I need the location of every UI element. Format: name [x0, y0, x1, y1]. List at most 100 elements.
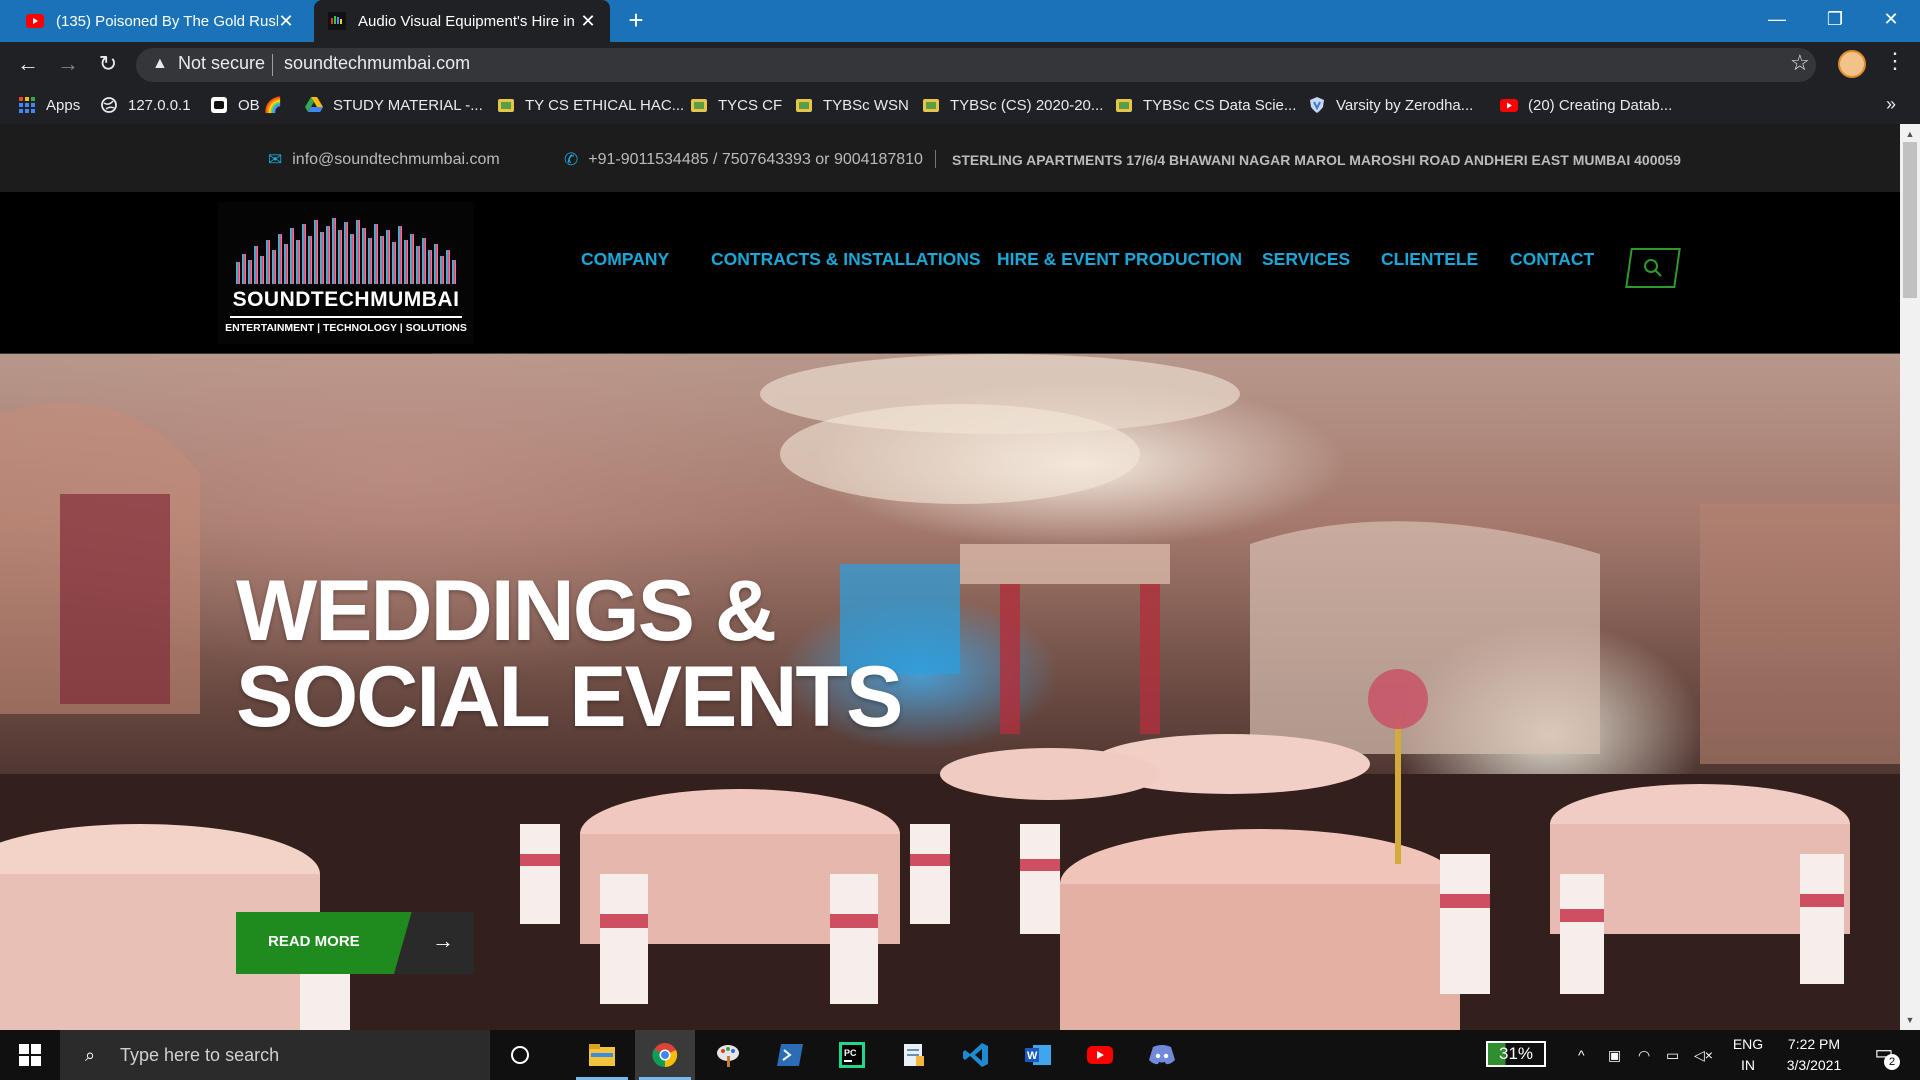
powershell-icon: [777, 1044, 803, 1066]
nav-services[interactable]: SERVICES: [1262, 249, 1350, 270]
taskbar-pycharm[interactable]: PC: [822, 1030, 882, 1080]
close-tab-icon[interactable]: ✕: [278, 11, 294, 32]
browser-tab[interactable]: (135) Poisoned By The Gold Rush ✕: [12, 0, 308, 42]
warning-icon[interactable]: ▲: [152, 52, 170, 76]
bookmark-label: TYBSc (CS) 2020-20...: [950, 96, 1104, 114]
minimize-icon[interactable]: —: [1748, 0, 1806, 38]
page-scrollbar[interactable]: ▲ ▼: [1900, 124, 1920, 1030]
bookmark-localhost[interactable]: 127.0.0.1: [100, 94, 191, 116]
bookmark-ob[interactable]: OB 🌈: [210, 94, 283, 116]
bookmark-tycs-cf[interactable]: TYCS CF: [690, 94, 782, 116]
battery-icon[interactable]: ▭: [1666, 1030, 1690, 1080]
contact-topbar: ✉ info@soundtechmumbai.com ✆ +91-9011534…: [0, 124, 1900, 192]
menu-icon[interactable]: ⋮: [1884, 48, 1906, 74]
windows-logo-icon: [19, 1044, 41, 1066]
scroll-up-icon[interactable]: ▲: [1900, 126, 1920, 142]
bookmark-label: OB 🌈: [238, 97, 283, 114]
taskbar-powershell[interactable]: [760, 1030, 820, 1080]
site-logo[interactable]: SOUNDTECHMUMBAI ENTERTAINMENT | TECHNOLO…: [218, 202, 474, 344]
cortana-button[interactable]: [490, 1030, 550, 1080]
site-favicon-icon: [328, 12, 346, 30]
bookmark-ethical-hacking[interactable]: TY CS ETHICAL HAC...: [497, 94, 684, 116]
logo-name: SOUNDTECHMUMBAI: [232, 288, 460, 311]
taskbar-discord[interactable]: [1132, 1030, 1192, 1080]
bookmark-apps[interactable]: Apps: [18, 94, 80, 116]
read-more-button[interactable]: READ MORE →: [236, 912, 474, 974]
omnibox-divider: [272, 54, 273, 76]
apps-grid-icon: [18, 96, 36, 114]
bookmark-star-icon[interactable]: ☆: [1790, 50, 1810, 76]
taskbar-search-box[interactable]: ⌕ Type here to search: [60, 1030, 490, 1080]
email-link[interactable]: ✉ info@soundtechmumbai.com: [268, 150, 500, 170]
search-placeholder: Type here to search: [120, 1044, 280, 1065]
bookmark-label: TY CS ETHICAL HAC...: [525, 96, 685, 114]
show-hidden-icons[interactable]: ^: [1578, 1030, 1602, 1080]
bookmark-varsity[interactable]: Varsity by Zerodha...: [1308, 94, 1473, 116]
taskbar-clock[interactable]: 7:22 PM 3/3/2021: [1774, 1034, 1854, 1076]
notepad-icon: [904, 1044, 924, 1066]
browser-tab-active[interactable]: Audio Visual Equipment's Hire in ✕: [314, 0, 610, 42]
search-icon: [1644, 259, 1662, 277]
close-tab-icon[interactable]: ✕: [580, 11, 596, 32]
taskbar-vscode[interactable]: [946, 1030, 1006, 1080]
taskbar-word[interactable]: W: [1008, 1030, 1068, 1080]
language-indicator[interactable]: ENG IN: [1728, 1034, 1768, 1076]
reload-icon[interactable]: ↻: [94, 50, 122, 78]
nav-clientele[interactable]: CLIENTELE: [1381, 249, 1478, 270]
classroom-icon: [1115, 96, 1133, 114]
bookmark-label: (20) Creating Datab...: [1528, 96, 1673, 114]
ob-icon: [210, 96, 228, 114]
bookmark-tybsc-wsn[interactable]: TYBSc WSN: [795, 94, 909, 116]
mail-icon: ✉: [268, 150, 283, 169]
taskbar-chrome[interactable]: [635, 1030, 695, 1080]
forward-icon[interactable]: →: [54, 50, 82, 78]
nav-contracts-installations[interactable]: CONTRACTS & INSTALLATIONS: [711, 249, 981, 270]
svg-text:W: W: [1027, 1050, 1038, 1062]
windows-start-button[interactable]: [0, 1030, 60, 1080]
bookmark-creating-database[interactable]: (20) Creating Datab...: [1500, 94, 1672, 116]
logo-divider: [230, 316, 462, 318]
youtube-icon: [1500, 96, 1518, 114]
bookmark-label: 127.0.0.1: [128, 96, 191, 114]
url-text[interactable]: soundtechmumbai.com: [284, 53, 470, 74]
site-search-button[interactable]: [1625, 248, 1681, 288]
scroll-thumb[interactable]: [1903, 142, 1917, 298]
clock-date: 3/3/2021: [1786, 1057, 1842, 1073]
classroom-icon: [690, 96, 708, 114]
taskbar-youtube[interactable]: [1070, 1030, 1130, 1080]
vscode-icon: [963, 1043, 988, 1067]
email-text: info@soundtechmumbai.com: [292, 151, 500, 168]
tab-title: Audio Visual Equipment's Hire in: [358, 12, 575, 30]
bookmark-label: TYBSc CS Data Scie...: [1143, 96, 1297, 114]
bookmark-study-material[interactable]: STUDY MATERIAL -...: [305, 94, 483, 116]
security-label[interactable]: Not secure: [178, 53, 265, 74]
scroll-down-icon[interactable]: ▼: [1900, 1012, 1920, 1028]
globe-icon: [100, 96, 118, 114]
volume-muted-icon[interactable]: ◁×: [1694, 1030, 1718, 1080]
nav-contact[interactable]: CONTACT: [1510, 249, 1594, 270]
notification-count: 2: [1884, 1054, 1900, 1070]
word-icon: W: [1025, 1045, 1051, 1065]
classroom-icon: [922, 96, 940, 114]
restore-icon[interactable]: ❐: [1806, 0, 1864, 38]
cortana-icon: [511, 1046, 529, 1064]
bookmark-data-science[interactable]: TYBSc CS Data Scie...: [1115, 94, 1296, 116]
clock-time: 7:22 PM: [1787, 1036, 1841, 1052]
nav-hire-event-production[interactable]: HIRE & EVENT PRODUCTION: [997, 249, 1242, 270]
back-icon[interactable]: ←: [14, 50, 42, 78]
more-bookmarks-icon[interactable]: »: [1886, 94, 1896, 115]
nav-company[interactable]: COMPANY: [581, 249, 669, 270]
close-window-icon[interactable]: ✕: [1862, 0, 1920, 38]
discord-icon: [1149, 1045, 1175, 1065]
bookmark-tybsc-cs[interactable]: TYBSc (CS) 2020-20...: [922, 94, 1103, 116]
taskbar-paint[interactable]: [698, 1030, 758, 1080]
wifi-icon[interactable]: ◠: [1638, 1030, 1662, 1080]
battery-indicator[interactable]: 31%: [1486, 1041, 1546, 1067]
meet-now-icon[interactable]: ▣: [1608, 1030, 1632, 1080]
phone-link[interactable]: ✆ +91-9011534485 / 7507643393 or 9004187…: [564, 150, 923, 170]
tab-title: (135) Poisoned By The Gold Rush: [56, 12, 278, 30]
new-tab-button[interactable]: +: [622, 6, 650, 34]
profile-avatar[interactable]: [1838, 50, 1866, 78]
taskbar-notepad[interactable]: [884, 1030, 944, 1080]
taskbar-file-explorer[interactable]: [572, 1030, 632, 1080]
